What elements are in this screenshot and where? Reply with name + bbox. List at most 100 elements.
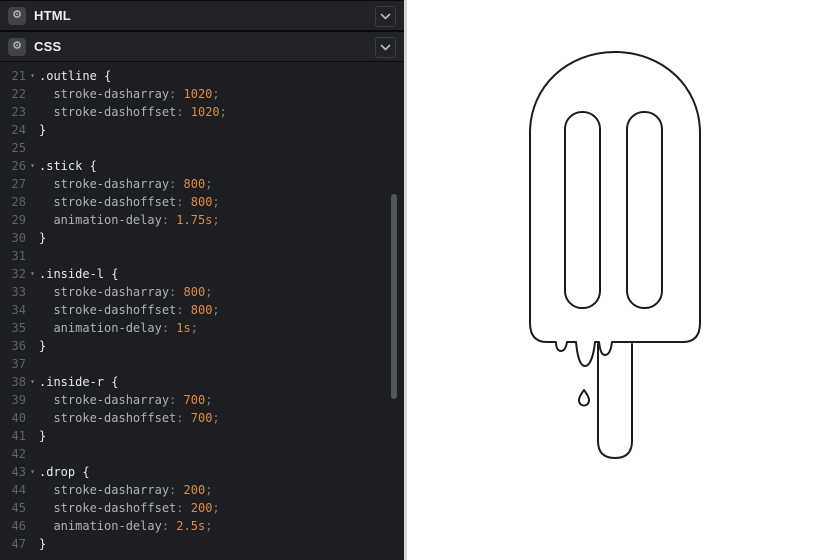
editor-column: ⚙ HTML ⚙ CSS 21 ▾ .outline {22 stroke-dash… [0,0,404,560]
line-number: 28 [11,195,26,209]
fold-gutter [26,337,39,355]
gear-icon: ⚙ [12,40,22,52]
code-text: .inside-l { [39,267,119,281]
html-settings-button[interactable]: ⚙ [8,6,26,25]
fold-gutter [26,445,39,463]
code-line[interactable]: 42 [0,445,404,463]
chevron-down-icon [380,13,391,20]
code-text: stroke-dasharray: 800; [39,285,213,299]
popsicle-drop [578,389,590,407]
line-number: 36 [11,339,26,353]
line-number: 31 [11,249,26,263]
code-text: } [39,429,47,443]
code-line[interactable]: 28 stroke-dashoffset: 800; [0,193,404,211]
line-number: 21 [11,69,26,83]
code-text: .drop { [39,465,90,479]
popsicle-drawing [529,51,701,459]
code-line[interactable]: 26 ▾ .stick { [0,157,404,175]
fold-gutter [26,229,39,247]
code-line[interactable]: 47} [0,535,404,553]
code-text: .stick { [39,159,97,173]
code-text: stroke-dashoffset: 200; [39,501,220,515]
code-line[interactable]: 22 stroke-dasharray: 1020; [0,85,404,103]
fold-gutter [26,355,39,373]
popsicle-inside-right [626,111,663,309]
css-panel-collapse-button[interactable] [375,37,396,58]
popsicle-inside-left [564,111,601,309]
code-line[interactable]: 40 stroke-dashoffset: 700; [0,409,404,427]
code-line[interactable]: 27 stroke-dasharray: 800; [0,175,404,193]
code-line[interactable]: 41} [0,427,404,445]
popsicle-stick [597,343,633,459]
code-line[interactable]: 25 [0,139,404,157]
fold-gutter [26,121,39,139]
code-text: .inside-r { [39,375,119,389]
line-number: 47 [11,537,26,551]
html-panel-collapse-button[interactable] [375,6,396,27]
code-text: } [39,123,47,137]
code-lines: 21 ▾ .outline {22 stroke-dasharray: 1020; 2… [0,67,404,553]
fold-gutter [26,499,39,517]
code-line[interactable]: 34 stroke-dashoffset: 800; [0,301,404,319]
fold-caret-icon[interactable]: ▾ [26,157,39,175]
line-number: 24 [11,123,26,137]
fold-gutter [26,319,39,337]
code-line[interactable]: 44 stroke-dasharray: 200; [0,481,404,499]
code-text: stroke-dasharray: 1020; [39,87,220,101]
fold-gutter [26,535,39,553]
fold-gutter [26,103,39,121]
code-line[interactable]: 30} [0,229,404,247]
code-line[interactable]: 46 animation-delay: 2.5s; [0,517,404,535]
preview-pane [407,0,818,560]
popsicle-outline [529,51,701,367]
code-line[interactable]: 37 [0,355,404,373]
code-text: stroke-dashoffset: 700; [39,411,220,425]
fold-gutter [26,481,39,499]
fold-gutter [26,391,39,409]
code-line[interactable]: 36} [0,337,404,355]
line-number: 46 [11,519,26,533]
code-line[interactable]: 32 ▾ .inside-l { [0,265,404,283]
code-line[interactable]: 29 animation-delay: 1.75s; [0,211,404,229]
fold-gutter [26,85,39,103]
fold-caret-icon[interactable]: ▾ [26,265,39,283]
code-line[interactable]: 45 stroke-dashoffset: 200; [0,499,404,517]
html-panel-header[interactable]: ⚙ HTML [0,0,404,31]
code-line[interactable]: 24} [0,121,404,139]
code-line[interactable]: 21 ▾ .outline { [0,67,404,85]
line-number: 40 [11,411,26,425]
code-line[interactable]: 39 stroke-dasharray: 700; [0,391,404,409]
fold-caret-icon[interactable]: ▾ [26,373,39,391]
fold-gutter [26,139,39,157]
fold-caret-icon[interactable]: ▾ [26,463,39,481]
code-line[interactable]: 23 stroke-dashoffset: 1020; [0,103,404,121]
code-line[interactable]: 43 ▾ .drop { [0,463,404,481]
fold-gutter [26,175,39,193]
code-line[interactable]: 31 [0,247,404,265]
code-text: } [39,231,47,245]
code-line[interactable]: 35 animation-delay: 1s; [0,319,404,337]
fold-caret-icon[interactable]: ▾ [26,67,39,85]
code-text: animation-delay: 1s; [39,321,198,335]
line-number: 44 [11,483,26,497]
chevron-down-icon [380,44,391,51]
line-number: 42 [11,447,26,461]
code-text: animation-delay: 2.5s; [39,519,213,533]
code-text: } [39,537,47,551]
line-number: 22 [11,87,26,101]
code-line[interactable]: 38 ▾ .inside-r { [0,373,404,391]
css-settings-button[interactable]: ⚙ [8,37,26,56]
editor-scrollbar[interactable] [391,194,397,399]
fold-gutter [26,301,39,319]
line-number: 25 [11,141,26,155]
line-number: 23 [11,105,26,119]
css-code-editor[interactable]: 21 ▾ .outline {22 stroke-dasharray: 1020; 2… [0,62,404,560]
line-number: 38 [11,375,26,389]
code-line[interactable]: 33 stroke-dasharray: 800; [0,283,404,301]
line-number: 43 [11,465,26,479]
line-number: 26 [11,159,26,173]
css-panel-header[interactable]: ⚙ CSS [0,31,404,62]
line-number: 39 [11,393,26,407]
fold-gutter [26,247,39,265]
line-number: 27 [11,177,26,191]
